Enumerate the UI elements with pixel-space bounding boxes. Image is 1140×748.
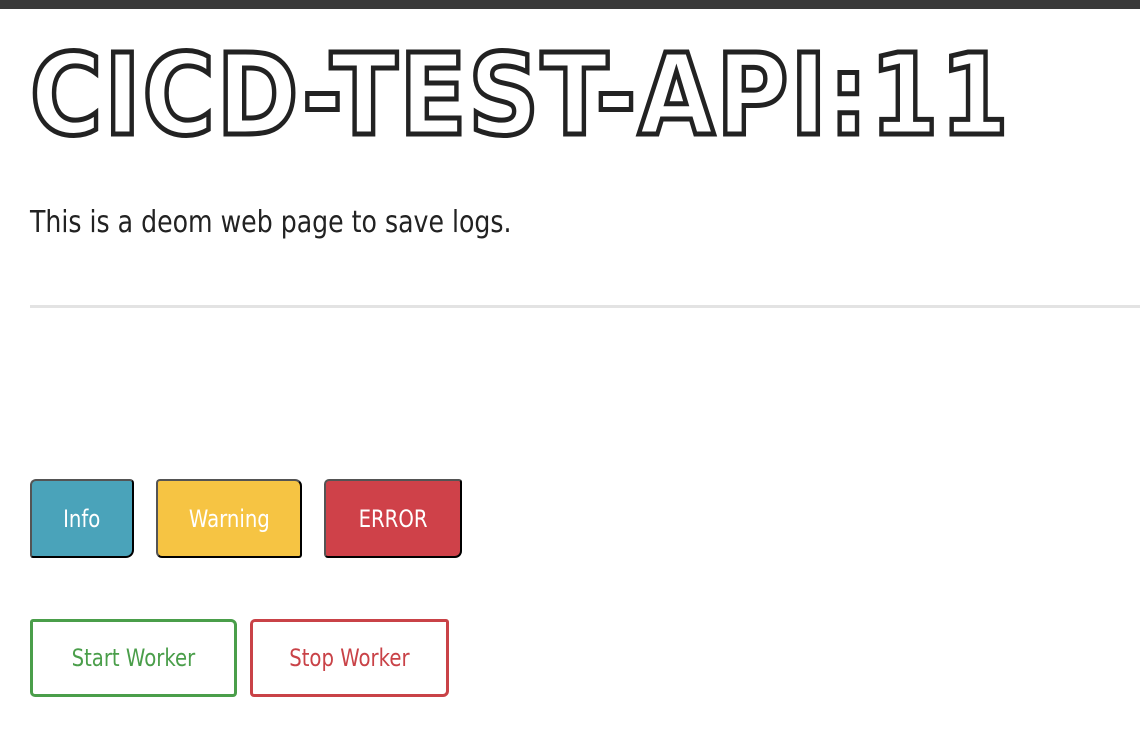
stop-worker-label: Stop Worker — [289, 644, 410, 672]
error-button-label: ERROR — [358, 504, 428, 533]
start-worker-button[interactable]: Start Worker — [30, 619, 237, 697]
page-subtitle: This is a deom web page to save logs. — [30, 205, 512, 240]
warning-button-label: Warning — [188, 504, 270, 533]
divider — [30, 305, 1140, 308]
page-title: CICD-TEST-API:11 — [28, 29, 1011, 164]
warning-button[interactable]: Warning — [156, 479, 302, 558]
page-container: CICD-TEST-API:11 This is a deom web page… — [0, 9, 1140, 748]
error-button[interactable]: ERROR — [324, 479, 462, 558]
stop-worker-button[interactable]: Stop Worker — [250, 619, 449, 697]
start-worker-label: Start Worker — [71, 644, 196, 672]
browser-top-bar — [0, 0, 1140, 9]
info-button[interactable]: Info — [30, 479, 134, 558]
info-button-label: Info — [63, 504, 101, 533]
